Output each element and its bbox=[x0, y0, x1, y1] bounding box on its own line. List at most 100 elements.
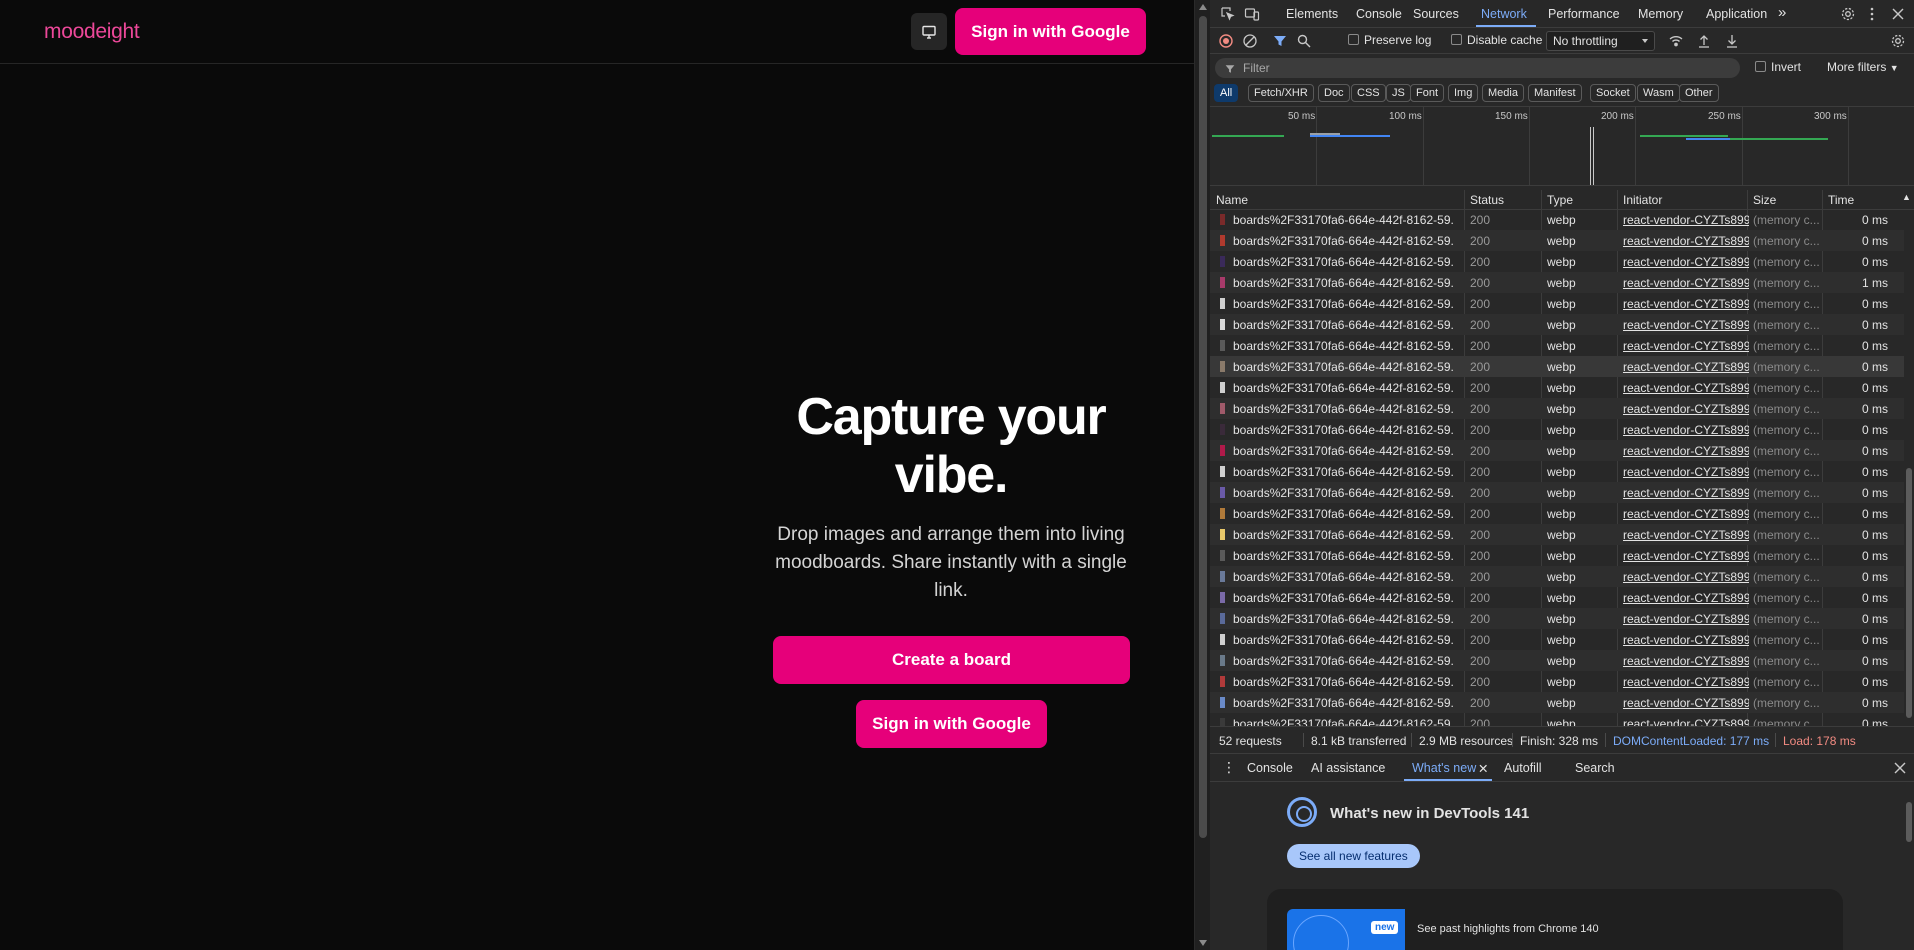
table-row[interactable]: boards%2F33170fa6-664e-442f-8162-59... 20… bbox=[1210, 692, 1904, 713]
table-row[interactable]: boards%2F33170fa6-664e-442f-8162-59... 20… bbox=[1210, 608, 1904, 629]
request-table-scrollbar[interactable] bbox=[1904, 210, 1914, 726]
network-settings-gear-icon[interactable] bbox=[1890, 33, 1906, 49]
kebab-menu-icon[interactable] bbox=[1864, 6, 1880, 22]
table-row[interactable]: boards%2F33170fa6-664e-442f-8162-59... 20… bbox=[1210, 335, 1904, 356]
device-toolbar-icon[interactable] bbox=[1244, 6, 1260, 22]
inspect-element-icon[interactable] bbox=[1220, 6, 1236, 22]
app-logo[interactable]: moodeight bbox=[44, 20, 140, 44]
tab-application[interactable]: Application bbox=[1706, 7, 1767, 21]
close-tab-icon[interactable]: ✕ bbox=[1478, 761, 1488, 776]
tab-memory[interactable]: Memory bbox=[1638, 7, 1683, 21]
table-row[interactable]: boards%2F33170fa6-664e-442f-8162-59... 20… bbox=[1210, 272, 1904, 293]
drawer-tab-ai-assistance[interactable]: AI assistance bbox=[1311, 761, 1385, 775]
request-initiator-link[interactable]: react-vendor-CYZTs899 bbox=[1623, 255, 1749, 269]
request-initiator-link[interactable]: react-vendor-CYZTs899 bbox=[1623, 276, 1749, 290]
table-row[interactable]: boards%2F33170fa6-664e-442f-8162-59... 20… bbox=[1210, 377, 1904, 398]
header-signin-button[interactable]: Sign in with Google bbox=[955, 8, 1146, 55]
network-conditions-icon[interactable] bbox=[1668, 33, 1684, 49]
type-filter-doc[interactable]: Doc bbox=[1318, 84, 1350, 102]
drawer-menu-icon[interactable]: ⋮ bbox=[1222, 759, 1236, 776]
request-initiator-link[interactable]: react-vendor-CYZTs899 bbox=[1623, 381, 1749, 395]
request-initiator-link[interactable]: react-vendor-CYZTs899 bbox=[1623, 528, 1749, 542]
table-row[interactable]: boards%2F33170fa6-664e-442f-8162-59... 20… bbox=[1210, 545, 1904, 566]
table-row[interactable]: boards%2F33170fa6-664e-442f-8162-59... 20… bbox=[1210, 587, 1904, 608]
record-stop-icon[interactable] bbox=[1218, 33, 1234, 49]
table-row[interactable]: boards%2F33170fa6-664e-442f-8162-59... 20… bbox=[1210, 293, 1904, 314]
column-status[interactable]: Status bbox=[1470, 193, 1504, 207]
request-initiator-link[interactable]: react-vendor-CYZTs899 bbox=[1623, 234, 1749, 248]
disable-cache-checkbox[interactable]: Disable cache bbox=[1451, 33, 1542, 47]
request-initiator-link[interactable]: react-vendor-CYZTs899 bbox=[1623, 675, 1749, 689]
column-name[interactable]: Name bbox=[1216, 193, 1248, 207]
drawer-tab-search[interactable]: Search bbox=[1575, 761, 1615, 775]
create-board-button[interactable]: Create a board bbox=[773, 636, 1130, 684]
table-row[interactable]: boards%2F33170fa6-664e-442f-8162-59... 20… bbox=[1210, 566, 1904, 587]
request-initiator-link[interactable]: react-vendor-CYZTs899 bbox=[1623, 654, 1749, 668]
tab-console[interactable]: Console bbox=[1356, 7, 1402, 21]
table-row[interactable]: boards%2F33170fa6-664e-442f-8162-59... 20… bbox=[1210, 419, 1904, 440]
table-row[interactable]: boards%2F33170fa6-664e-442f-8162-59... 20… bbox=[1210, 482, 1904, 503]
request-initiator-link[interactable]: react-vendor-CYZTs899 bbox=[1623, 444, 1749, 458]
whats-new-scrollbar[interactable] bbox=[1904, 782, 1914, 950]
request-initiator-link[interactable]: react-vendor-CYZTs899 bbox=[1623, 507, 1749, 521]
clear-icon[interactable] bbox=[1242, 33, 1258, 49]
type-filter-font[interactable]: Font bbox=[1410, 84, 1445, 102]
request-initiator-link[interactable]: react-vendor-CYZTs899 bbox=[1623, 423, 1749, 437]
scrollbar-thumb[interactable] bbox=[1199, 16, 1207, 838]
table-row[interactable]: boards%2F33170fa6-664e-442f-8162-59... 20… bbox=[1210, 461, 1904, 482]
type-filter-wasm[interactable]: Wasm bbox=[1637, 84, 1680, 102]
type-filter-media[interactable]: Media bbox=[1482, 84, 1524, 102]
type-filter-js[interactable]: JS bbox=[1386, 84, 1411, 102]
tab-network[interactable]: Network bbox=[1481, 7, 1527, 21]
import-har-icon[interactable] bbox=[1696, 33, 1712, 49]
see-all-features-button[interactable]: See all new features bbox=[1287, 844, 1420, 868]
throttling-select[interactable]: No throttling bbox=[1546, 31, 1655, 51]
request-initiator-link[interactable]: react-vendor-CYZTs899 bbox=[1623, 465, 1749, 479]
scrollbar-thumb[interactable] bbox=[1906, 802, 1912, 842]
table-row[interactable]: boards%2F33170fa6-664e-442f-8162-59... 20… bbox=[1210, 356, 1904, 377]
drawer-tab-console[interactable]: Console bbox=[1247, 761, 1293, 775]
type-filter-css[interactable]: CSS bbox=[1351, 84, 1386, 102]
invert-checkbox[interactable]: Invert bbox=[1755, 60, 1801, 74]
settings-gear-icon[interactable] bbox=[1840, 6, 1856, 22]
type-filter-other[interactable]: Other bbox=[1679, 84, 1719, 102]
filter-input[interactable]: Filter bbox=[1215, 58, 1740, 78]
drawer-tab-autofill[interactable]: Autofill bbox=[1504, 761, 1542, 775]
column-type[interactable]: Type bbox=[1547, 193, 1573, 207]
scroll-down-arrow[interactable] bbox=[1199, 940, 1207, 946]
type-filter-all[interactable]: All bbox=[1214, 84, 1239, 102]
request-initiator-link[interactable]: react-vendor-CYZTs899 bbox=[1623, 339, 1749, 353]
request-initiator-link[interactable]: react-vendor-CYZTs899 bbox=[1623, 360, 1749, 374]
type-filter-socket[interactable]: Socket bbox=[1590, 84, 1636, 102]
table-row[interactable]: boards%2F33170fa6-664e-442f-8162-59... 20… bbox=[1210, 671, 1904, 692]
request-initiator-link[interactable]: react-vendor-CYZTs899 bbox=[1623, 612, 1749, 626]
table-row[interactable]: boards%2F33170fa6-664e-442f-8162-59... 20… bbox=[1210, 440, 1904, 461]
request-initiator-link[interactable]: react-vendor-CYZTs899 bbox=[1623, 591, 1749, 605]
request-initiator-link[interactable]: react-vendor-CYZTs899 bbox=[1623, 549, 1749, 563]
request-initiator-link[interactable]: react-vendor-CYZTs899 bbox=[1623, 318, 1749, 332]
page-scrollbar[interactable] bbox=[1194, 0, 1210, 950]
scrollbar-thumb[interactable] bbox=[1906, 468, 1912, 718]
table-row[interactable]: boards%2F33170fa6-664e-442f-8162-59... 20… bbox=[1210, 230, 1904, 251]
highlights-card[interactable]: new See past highlights from Chrome 140 bbox=[1267, 889, 1843, 950]
request-initiator-link[interactable]: react-vendor-CYZTs899 bbox=[1623, 297, 1749, 311]
scroll-up-arrow[interactable] bbox=[1199, 4, 1207, 10]
theme-toggle-button[interactable] bbox=[911, 13, 947, 50]
request-initiator-link[interactable]: react-vendor-CYZTs899 bbox=[1623, 402, 1749, 416]
request-initiator-link[interactable]: react-vendor-CYZTs899 bbox=[1623, 570, 1749, 584]
table-row[interactable]: boards%2F33170fa6-664e-442f-8162-59... 20… bbox=[1210, 314, 1904, 335]
timeline-overview[interactable]: 50 ms 100 ms 150 ms 200 ms 250 ms 300 ms bbox=[1210, 106, 1914, 186]
request-initiator-link[interactable]: react-vendor-CYZTs899 bbox=[1623, 696, 1749, 710]
hero-signin-button[interactable]: Sign in with Google bbox=[856, 700, 1047, 748]
more-filters-dropdown[interactable]: More filters ▼ bbox=[1827, 60, 1899, 74]
search-icon[interactable] bbox=[1296, 33, 1312, 49]
column-initiator[interactable]: Initiator bbox=[1623, 193, 1662, 207]
close-icon[interactable] bbox=[1890, 6, 1906, 22]
request-initiator-link[interactable]: react-vendor-CYZTs899 bbox=[1623, 213, 1749, 227]
request-initiator-link[interactable]: react-vendor-CYZTs899 bbox=[1623, 486, 1749, 500]
table-row[interactable]: boards%2F33170fa6-664e-442f-8162-59... 20… bbox=[1210, 713, 1904, 726]
table-row[interactable]: boards%2F33170fa6-664e-442f-8162-59... 20… bbox=[1210, 251, 1904, 272]
request-initiator-link[interactable]: react-vendor-CYZTs899 bbox=[1623, 717, 1749, 726]
filter-funnel-icon[interactable] bbox=[1272, 33, 1288, 49]
table-row[interactable]: boards%2F33170fa6-664e-442f-8162-59... 20… bbox=[1210, 629, 1904, 650]
